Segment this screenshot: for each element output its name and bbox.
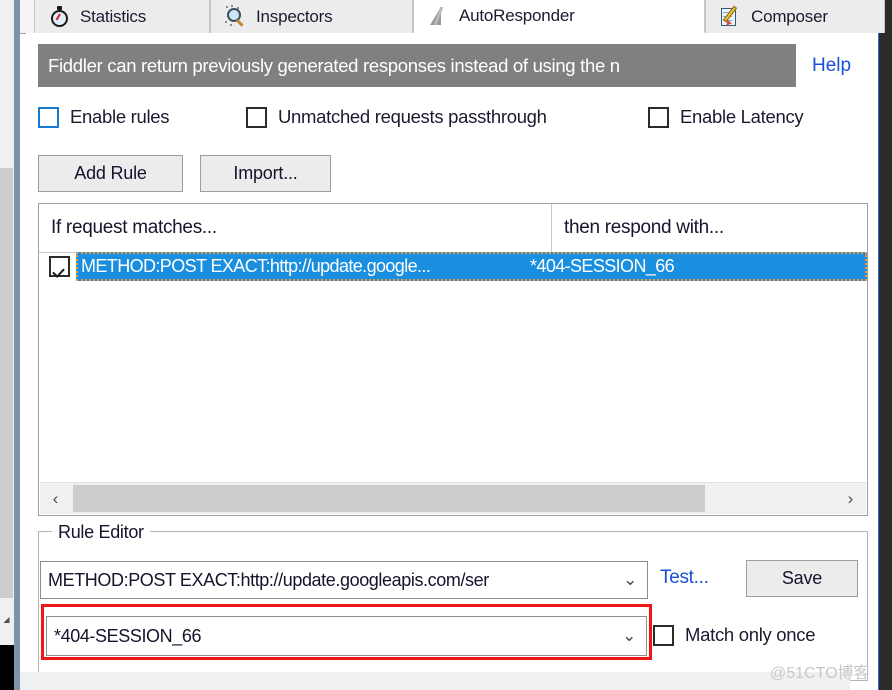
chevron-down-icon[interactable]: ⌄ xyxy=(613,570,647,590)
tab-autoresponder-label: AutoResponder xyxy=(459,6,575,25)
rule-respond-text: *404-SESSION_66 xyxy=(530,256,675,276)
test-link[interactable]: Test... xyxy=(660,567,709,589)
rules-list[interactable]: If request matches... then respond with.… xyxy=(38,203,868,516)
save-button[interactable]: Save xyxy=(746,560,858,597)
right-window-edge xyxy=(878,0,892,690)
rules-list-header: If request matches... then respond with.… xyxy=(39,204,867,253)
horizontal-scrollbar-thumb[interactable] xyxy=(73,485,705,512)
add-rule-button[interactable]: Add Rule xyxy=(38,155,183,192)
column-header-then-respond-with[interactable]: then respond with... xyxy=(551,204,867,252)
magnifier-icon xyxy=(225,4,247,28)
bottom-strip xyxy=(20,672,850,690)
info-banner: Fiddler can return previously generated … xyxy=(38,44,796,87)
rule-enabled-checkbox[interactable] xyxy=(49,256,70,277)
enable-latency-checkbox-box[interactable] xyxy=(648,106,669,128)
bottom-left-black-block xyxy=(0,645,14,690)
help-link[interactable]: Help xyxy=(812,55,851,77)
rule-match-combobox[interactable]: METHOD:POST EXACT:http://update.googleap… xyxy=(40,561,648,599)
autoresponder-panel: Fiddler can return previously generated … xyxy=(26,33,878,690)
checkbox-unmatched-passthrough[interactable]: Unmatched requests passthrough xyxy=(246,106,547,128)
red-highlight-annotation xyxy=(41,604,652,660)
left-window-edge xyxy=(14,0,20,690)
tab-inspectors[interactable]: Inspectors xyxy=(210,0,413,33)
unmatched-passthrough-label: Unmatched requests passthrough xyxy=(278,106,547,127)
options-row: Enable rules Unmatched requests passthro… xyxy=(38,103,868,131)
checkbox-enable-rules[interactable]: Enable rules xyxy=(38,106,170,128)
left-gutter: ◢ xyxy=(0,0,14,690)
scroll-down-arrow-icon[interactable]: ◢ xyxy=(0,611,13,628)
scroll-right-arrow-icon[interactable]: › xyxy=(835,483,866,514)
notepad-pencil-icon xyxy=(720,5,742,28)
checkbox-match-only-once[interactable]: Match only once xyxy=(653,624,816,646)
unmatched-passthrough-checkbox-box[interactable] xyxy=(246,106,267,128)
lightning-bolt-icon xyxy=(428,5,450,27)
import-button[interactable]: Import... xyxy=(200,155,331,192)
scroll-left-arrow-icon[interactable]: ‹ xyxy=(40,483,71,514)
enable-latency-label: Enable Latency xyxy=(680,106,804,127)
stopwatch-icon xyxy=(49,5,71,28)
rule-match-text: METHOD:POST EXACT:http://update.google..… xyxy=(81,256,431,276)
rule-row-selected[interactable]: METHOD:POST EXACT:http://update.google..… xyxy=(76,252,867,281)
tab-strip: Statistics Inspectors AutoResponder Comp… xyxy=(20,0,885,34)
rule-match-combobox-value: METHOD:POST EXACT:http://update.googleap… xyxy=(48,569,489,590)
enable-rules-checkbox-box[interactable] xyxy=(38,106,59,128)
outer-vertical-scrollbar-thumb[interactable] xyxy=(0,168,13,598)
outer-vertical-scrollbar[interactable]: ◢ xyxy=(0,0,14,690)
rules-list-horizontal-scrollbar[interactable]: ‹ › xyxy=(40,482,866,514)
rule-editor-title: Rule Editor xyxy=(52,522,150,543)
match-only-once-checkbox-box[interactable] xyxy=(653,624,674,646)
tab-composer-label: Composer xyxy=(751,6,828,26)
tab-statistics-label: Statistics xyxy=(80,6,147,26)
checkbox-enable-latency[interactable]: Enable Latency xyxy=(648,106,804,128)
column-header-if-request-matches[interactable]: If request matches... xyxy=(39,204,551,252)
table-row[interactable]: METHOD:POST EXACT:http://update.google..… xyxy=(39,252,867,281)
enable-rules-label: Enable rules xyxy=(70,106,170,127)
tab-composer[interactable]: Composer xyxy=(705,0,885,33)
match-only-once-label: Match only once xyxy=(685,624,816,645)
tab-inspectors-label: Inspectors xyxy=(256,6,333,26)
tab-statistics[interactable]: Statistics xyxy=(34,0,210,33)
watermark: @51CTO博客 xyxy=(770,665,870,682)
tab-autoresponder[interactable]: AutoResponder xyxy=(413,0,705,33)
fiddler-autoresponder-window: ◢ Statistics Inspectors AutoResponder Co… xyxy=(0,0,892,690)
